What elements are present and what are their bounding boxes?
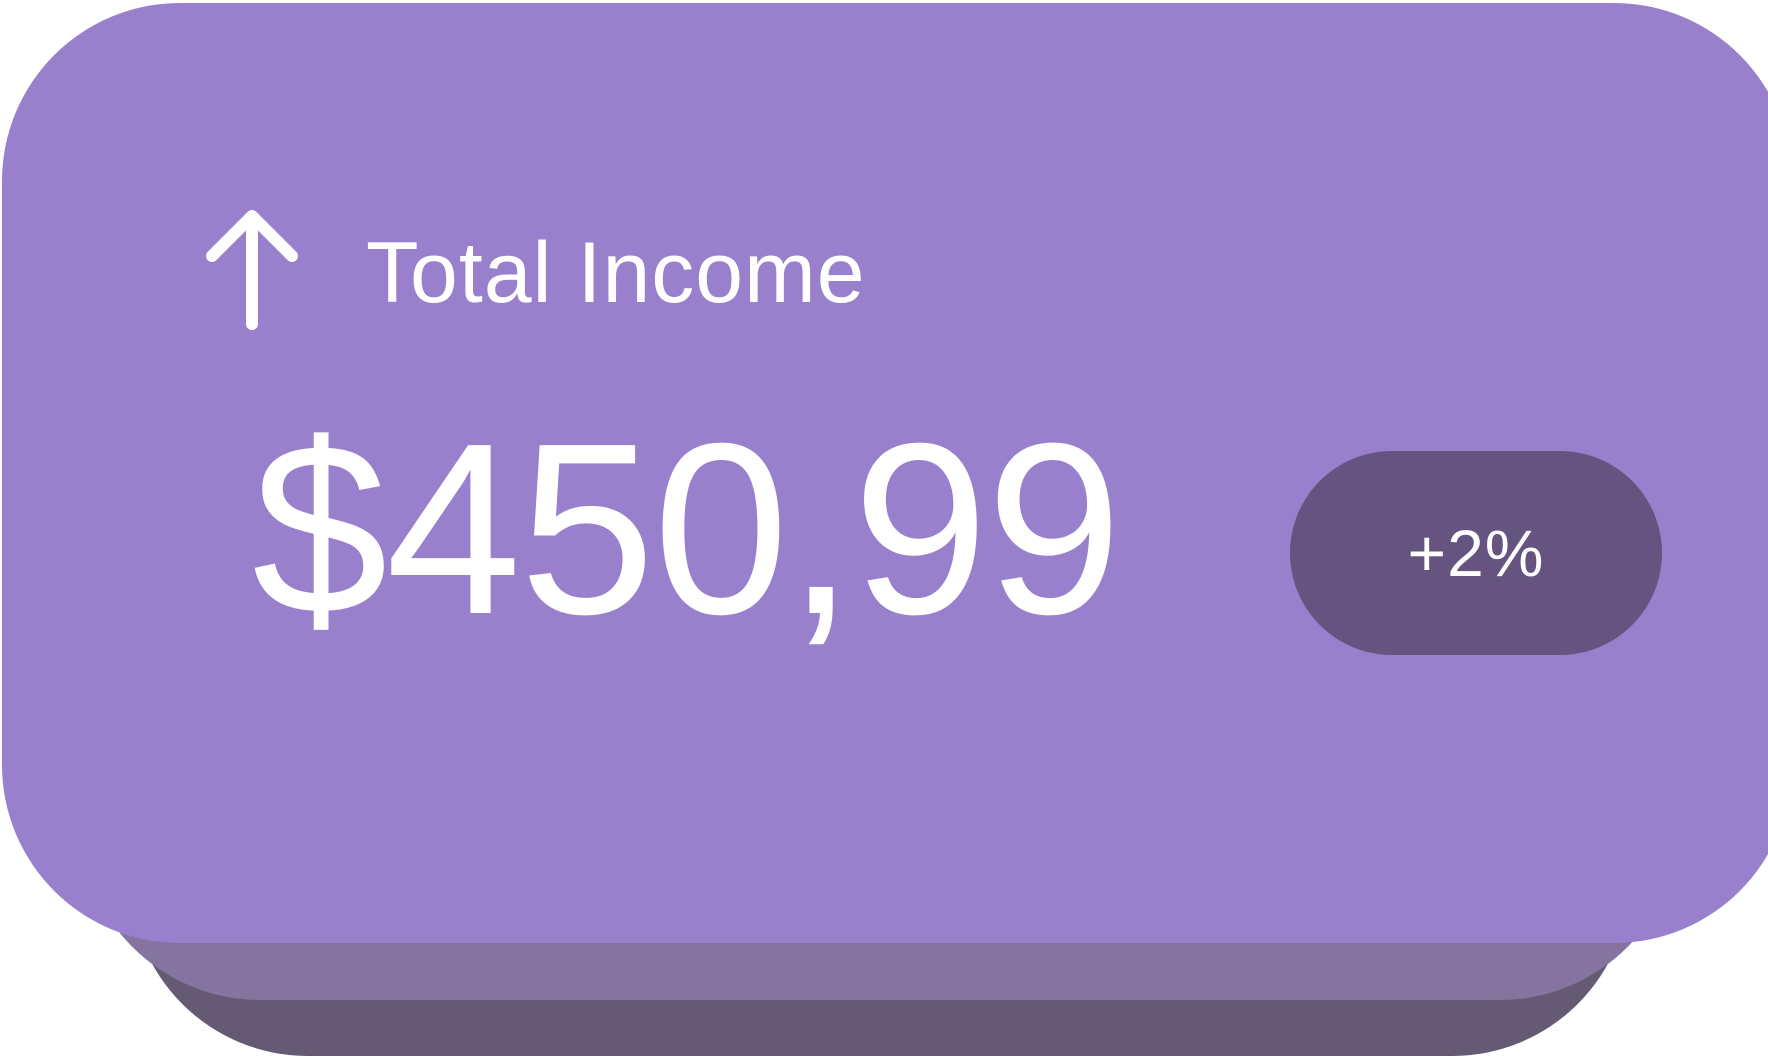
income-card-stack: Total Income $450,99 +2% (0, 0, 1768, 1056)
income-amount: $450,99 (252, 392, 1122, 665)
arrow-up-icon (206, 210, 298, 330)
card-header: Total Income (202, 208, 866, 338)
card-title: Total Income (366, 225, 866, 321)
change-badge: +2% (1290, 451, 1662, 655)
income-card[interactable]: Total Income $450,99 +2% (2, 3, 1768, 943)
change-percent: +2% (1407, 516, 1545, 590)
